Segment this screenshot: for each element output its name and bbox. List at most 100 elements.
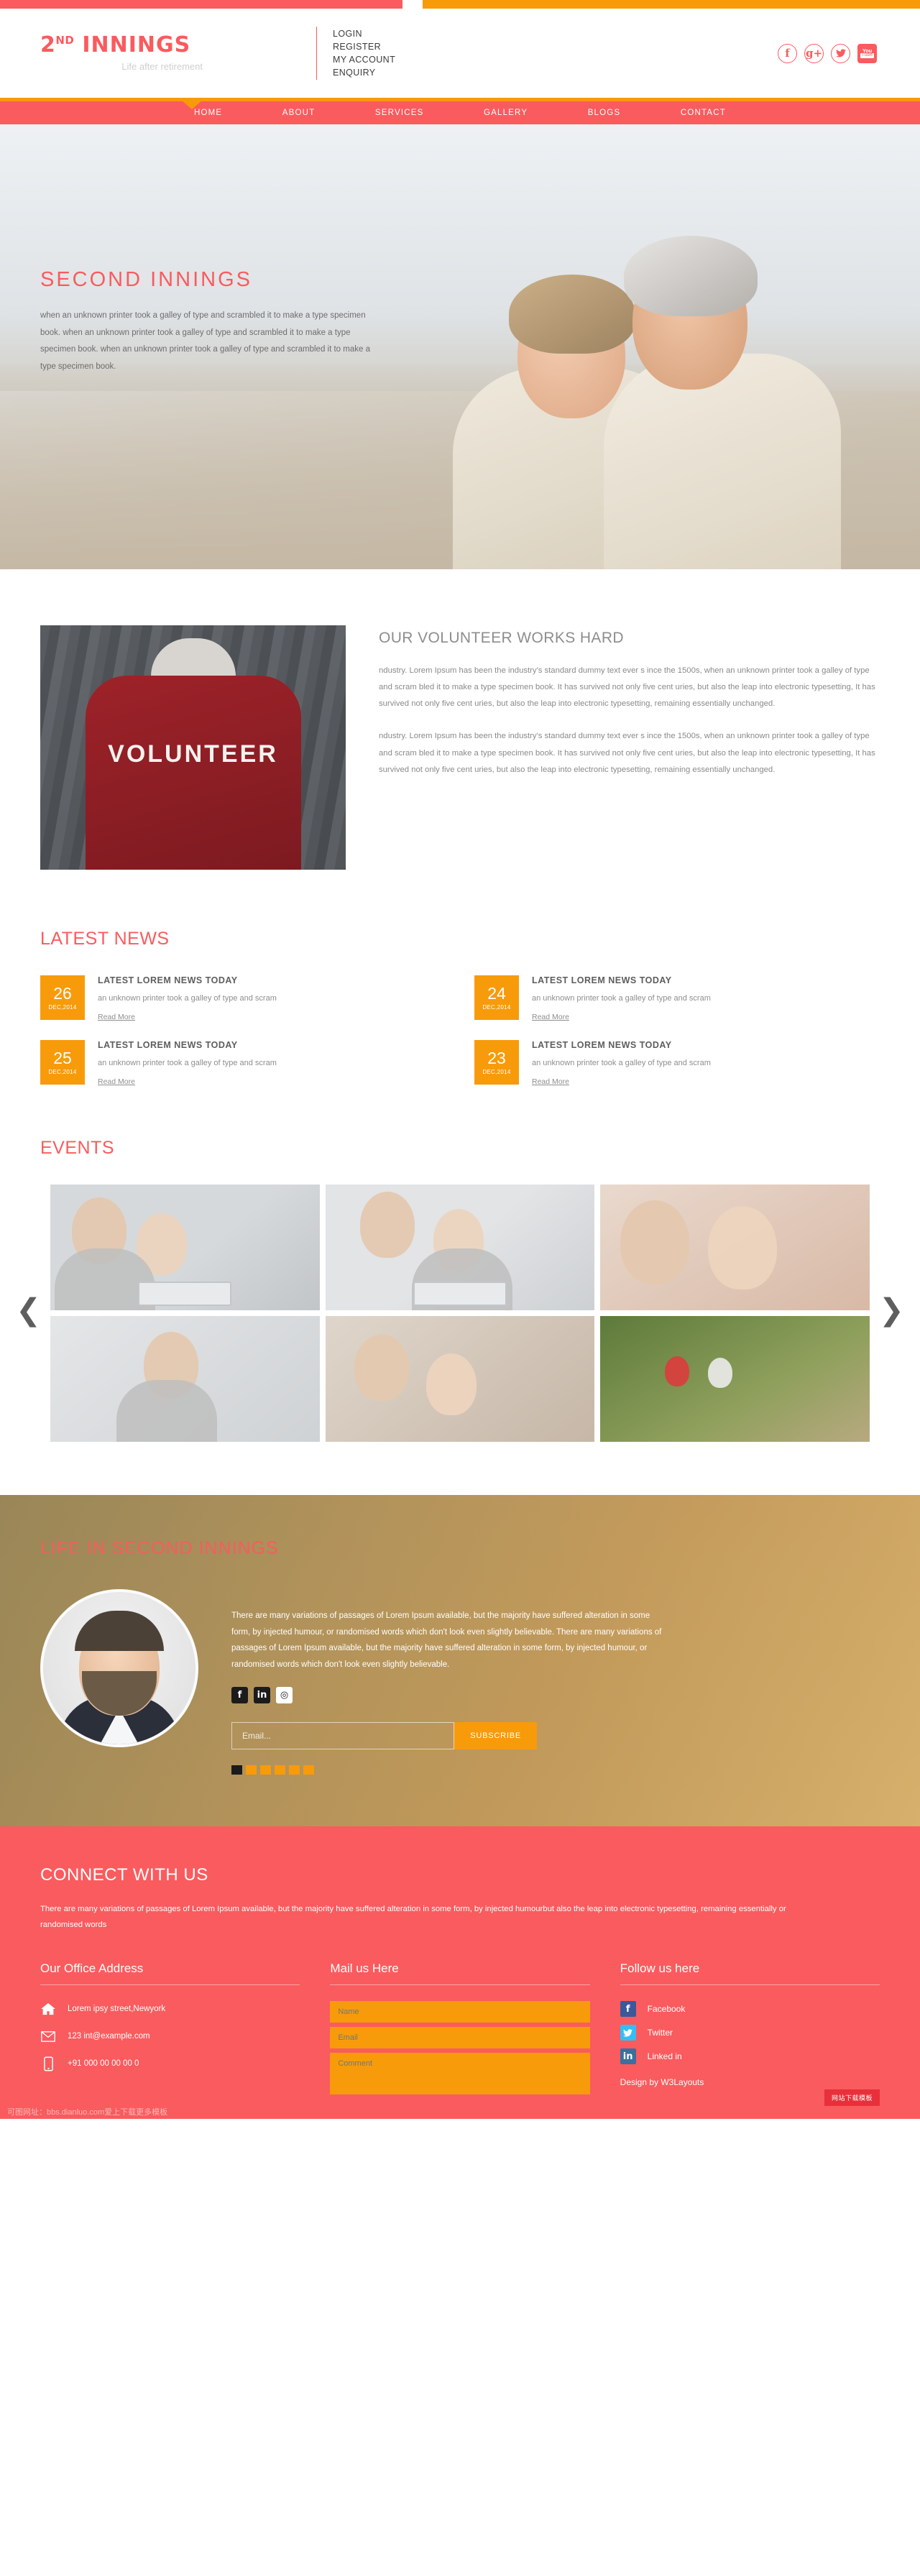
news-title: LATEST LOREM NEWS TODAY (532, 975, 672, 985)
stripe-orange (423, 0, 920, 9)
nav-active-pointer-icon (182, 101, 202, 109)
instagram-icon[interactable]: ◎ (276, 1686, 293, 1703)
event-thumbnail[interactable] (50, 1316, 320, 1443)
event-person-b (708, 1206, 778, 1290)
nav-item-home[interactable]: HOME (194, 109, 222, 117)
header-divider (316, 27, 317, 80)
life-section: LIFE IN SECOND INNINGS There are many va… (0, 1495, 920, 1826)
main-navigation: HOME ABOUT SERVICES GALLERY BLOGS CONTAC… (0, 98, 920, 124)
event-person-b (426, 1353, 477, 1416)
event-thumbnail[interactable] (600, 1316, 870, 1443)
carousel-dot-active[interactable] (231, 1765, 242, 1775)
news-item[interactable]: 26 DEC,2014 LATEST LOREM NEWS TODAY an u… (40, 975, 446, 1023)
news-excerpt: an unknown printer took a galley of type… (98, 994, 277, 1003)
carousel-dot[interactable] (303, 1765, 314, 1775)
events-prev-arrow-icon[interactable]: ❮ (16, 1292, 41, 1327)
nav-item-services[interactable]: SERVICES (375, 109, 424, 117)
news-read-more-link[interactable]: Read More (532, 1013, 569, 1021)
footer-follow-row[interactable]: f Facebook (620, 2001, 880, 2017)
footer-follow-label: Linked in (647, 2051, 682, 2061)
events-next-arrow-icon[interactable]: ❯ (879, 1292, 904, 1327)
header-social-links: f g+ You Tube (778, 43, 920, 63)
footer-mail-heading: Mail us Here (330, 1961, 399, 1975)
nav-item-contact[interactable]: CONTACT (681, 109, 726, 117)
account-link-register[interactable]: REGISTER (333, 42, 395, 52)
hero-banner: SECOND INNINGS when an unknown printer t… (0, 124, 920, 569)
news-date-day: 26 (53, 983, 72, 1003)
news-body: LATEST LOREM NEWS TODAY an unknown print… (98, 1040, 277, 1087)
hero-description: when an unknown printer took a galley of… (40, 311, 370, 371)
news-item[interactable]: 24 DEC,2014 LATEST LOREM NEWS TODAY an u… (474, 975, 880, 1023)
latest-news-section: LATEST NEWS 26 DEC,2014 LATEST LOREM NEW… (0, 910, 920, 1123)
nav-item-about[interactable]: ABOUT (282, 109, 316, 117)
event-thumbnail[interactable] (325, 1316, 595, 1443)
carousel-dot[interactable] (289, 1765, 300, 1775)
twitter-bird-glyph (835, 49, 846, 58)
news-date-badge: 25 DEC,2014 (40, 1040, 85, 1085)
life-content: LIFE IN SECOND INNINGS There are many va… (40, 1538, 880, 1775)
news-body: LATEST LOREM NEWS TODAY an unknown print… (532, 975, 711, 1023)
news-item[interactable]: 25 DEC,2014 LATEST LOREM NEWS TODAY an u… (40, 1040, 446, 1087)
event-thumbnail[interactable] (325, 1184, 595, 1311)
latest-news-title: LATEST NEWS (40, 929, 170, 949)
news-read-more-link[interactable]: Read More (532, 1077, 569, 1086)
footer-address-row: Lorem ipsy street,Newyork (40, 2001, 300, 2017)
facebook-icon[interactable]: f (231, 1686, 248, 1703)
event-thumbnail[interactable] (600, 1184, 870, 1311)
news-title: LATEST LOREM NEWS TODAY (98, 1040, 238, 1051)
linkedin-icon[interactable]: in (254, 1686, 270, 1703)
hero-text-block: SECOND INNINGS when an unknown printer t… (40, 268, 378, 375)
home-icon (40, 2001, 56, 2017)
googleplus-icon[interactable]: g+ (804, 43, 824, 63)
youtube-icon[interactable]: You Tube (857, 43, 877, 63)
account-link-enquiry[interactable]: ENQUIRY (333, 68, 395, 78)
logo[interactable]: 2ND INNINGS Life after retirement (0, 32, 316, 73)
footer-title: CONNECT WITH US (40, 1864, 208, 1885)
status-badge: 网站下载模板 (824, 2089, 880, 2106)
footer-follow-row[interactable]: Twitter (620, 2025, 880, 2041)
contact-name-input[interactable] (330, 2001, 590, 2023)
contact-comment-input[interactable] (330, 2053, 590, 2094)
logo-word: INNINGS (82, 32, 191, 58)
site-footer: CONNECT WITH US There are many variation… (0, 1826, 920, 2119)
youtube-bottom-text: Tube (860, 52, 875, 58)
life-row: There are many variations of passages of… (40, 1589, 880, 1775)
laptop-icon (138, 1282, 232, 1307)
hero-title: SECOND INNINGS (40, 268, 252, 291)
event-thumbnail[interactable] (50, 1184, 320, 1311)
email-input[interactable] (231, 1721, 455, 1749)
twitter-icon[interactable] (831, 43, 850, 63)
logo-number: 2 (40, 32, 56, 58)
news-date-month: DEC,2014 (482, 1068, 511, 1075)
news-read-more-link[interactable]: Read More (98, 1077, 135, 1086)
carousel-dot[interactable] (260, 1765, 271, 1775)
hero-couple-photo (424, 181, 841, 569)
facebook-icon[interactable]: f (778, 43, 797, 63)
mobile-phone-icon (40, 2056, 56, 2071)
facebook-icon: f (620, 2001, 636, 2017)
news-date-day: 24 (487, 983, 506, 1003)
footer-office-heading: Our Office Address (40, 1961, 144, 1975)
footer-email-row: 123 int@example.com (40, 2028, 300, 2044)
news-read-more-link[interactable]: Read More (98, 1013, 135, 1021)
carousel-dot[interactable] (275, 1765, 285, 1775)
carousel-dot[interactable] (246, 1765, 257, 1775)
event-person-a (665, 1356, 690, 1387)
subscribe-button[interactable]: SUBSCRIBE (454, 1721, 537, 1749)
nav-item-gallery[interactable]: GALLERY (484, 109, 528, 117)
news-date-day: 25 (53, 1048, 72, 1067)
events-section: EVENTS ❮ ❯ (0, 1123, 920, 1495)
account-link-login[interactable]: LOGIN (333, 29, 395, 39)
carousel-dots (231, 1765, 663, 1775)
footer-follow-row[interactable]: in Linked in (620, 2048, 880, 2064)
news-item[interactable]: 23 DEC,2014 LATEST LOREM NEWS TODAY an u… (474, 1040, 880, 1087)
footer-follow-label: Twitter (647, 2028, 673, 2038)
news-date-badge: 24 DEC,2014 (474, 975, 519, 1020)
account-link-my-account[interactable]: MY ACCOUNT (333, 55, 395, 65)
contact-email-input[interactable] (330, 2027, 590, 2048)
events-grid (0, 1184, 920, 1443)
footer-follow-heading: Follow us here (620, 1961, 700, 1975)
footer-address-text: Lorem ipsy street,Newyork (68, 2005, 166, 2013)
news-body: LATEST LOREM NEWS TODAY an unknown print… (532, 1040, 711, 1087)
nav-item-blogs[interactable]: BLOGS (588, 109, 621, 117)
